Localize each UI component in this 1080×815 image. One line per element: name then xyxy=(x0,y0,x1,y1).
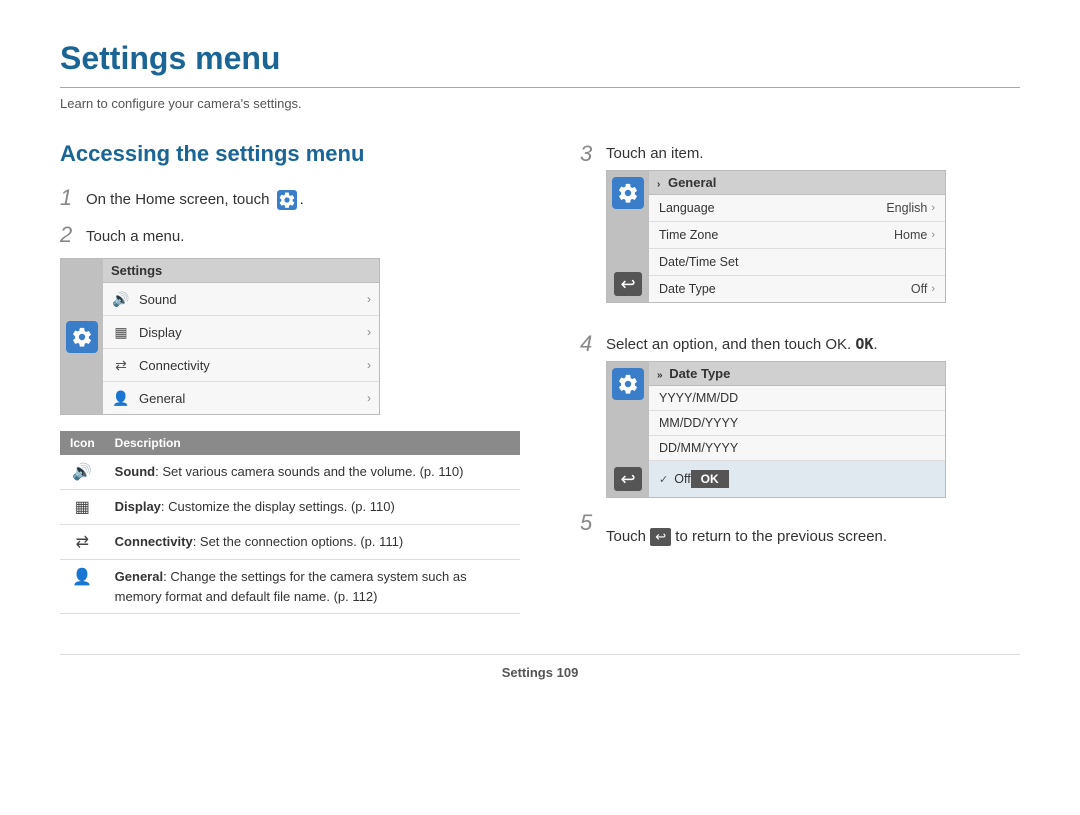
menu-item-general: 👤 General › xyxy=(103,382,379,414)
row-label-language: Language xyxy=(659,201,886,215)
row-arrow-datetype: › xyxy=(931,283,935,295)
general-screen-content: › General Language English › Time Zone H… xyxy=(649,171,945,302)
row-value-language: English xyxy=(886,201,927,215)
mock-sidebar xyxy=(61,259,103,414)
table-icon-display: ▦ xyxy=(60,490,105,525)
row-datetype: Date Type Off › xyxy=(649,276,945,302)
step-3-content: Touch an item. ↩ › Gene xyxy=(606,141,1020,319)
table-icon-connectivity: ⇄ xyxy=(60,525,105,560)
gear-svg-datetype xyxy=(617,373,639,395)
step-3-number: 3 xyxy=(580,141,598,167)
step-3-text: Touch an item. xyxy=(606,141,1020,162)
main-layout: Accessing the settings menu 1 On the Hom… xyxy=(60,141,1020,614)
checkmark-icon: ✓ xyxy=(659,473,668,486)
gear-icon-datetype xyxy=(612,368,644,400)
table-row: 🔊 Sound: Set various camera sounds and t… xyxy=(60,455,520,490)
table-icon-sound: 🔊 xyxy=(60,455,105,490)
table-icon-general: 👤 xyxy=(60,560,105,614)
page-title: Settings menu xyxy=(60,40,1020,88)
table-row: ▦ Display: Customize the display setting… xyxy=(60,490,520,525)
table-col-icon: Icon xyxy=(60,431,105,455)
table-row: 👤 General: Change the settings for the c… xyxy=(60,560,520,614)
section-heading: Accessing the settings menu xyxy=(60,141,520,167)
table-desc-connectivity: Connectivity: Set the connection options… xyxy=(105,525,520,560)
table-desc-sound: Sound: Set various camera sounds and the… xyxy=(105,455,520,490)
step-4: 4 Select an option, and then touch OK. O… xyxy=(580,331,1020,498)
step-5-text: Touch ↩ to return to the previous screen… xyxy=(606,524,1020,546)
step-2-number: 2 xyxy=(60,222,78,248)
step-3: 3 Touch an item. ↩ › xyxy=(580,141,1020,319)
datetype-screen-header: » Date Type xyxy=(649,362,945,386)
datetype-sidebar: ↩ xyxy=(607,362,649,497)
general-screen-sidebar: ↩ xyxy=(607,171,649,302)
back-icon: ↩ xyxy=(650,528,671,546)
right-column: 3 Touch an item. ↩ › xyxy=(580,141,1020,614)
step-2: 2 Touch a menu. xyxy=(60,222,520,249)
icon-description-table: Icon Description 🔊 Sound: Set various ca… xyxy=(60,431,520,614)
table-desc-general: General: Change the settings for the cam… xyxy=(105,560,520,614)
menu-item-connectivity: ⇄ Connectivity › xyxy=(103,349,379,382)
general-arrow: › xyxy=(367,391,371,405)
menu-item-sound: 🔊 Sound › xyxy=(103,283,379,316)
step-1: 1 On the Home screen, touch . xyxy=(60,185,520,212)
menu-label-sound: Sound xyxy=(139,292,367,307)
mock-datetype-screen: ↩ » Date Type YYYY/MM/DD MM/DD/YYYY xyxy=(606,361,946,498)
mock-menu-header: Settings xyxy=(103,259,379,283)
table-row: ⇄ Connectivity: Set the connection optio… xyxy=(60,525,520,560)
table-desc-display: Display: Customize the display settings.… xyxy=(105,490,520,525)
row-arrow-language: › xyxy=(931,202,935,214)
step-1-text: On the Home screen, touch . xyxy=(86,185,304,212)
mock-settings-screen: Settings 🔊 Sound › ▦ Display › ⇄ Connect… xyxy=(60,258,380,415)
row-language: Language English › xyxy=(649,195,945,222)
row-label-datetype: Date Type xyxy=(659,282,911,296)
mock-general-screen: ↩ › General Language English › xyxy=(606,170,946,303)
step-1-number: 1 xyxy=(60,185,78,211)
row-label-timezone: Time Zone xyxy=(659,228,894,242)
chevron-icon-general: › xyxy=(657,179,660,190)
date-row-ddmmyyyy: DD/MM/YYYY xyxy=(649,436,945,461)
step-4-content: Select an option, and then touch OK. OK.… xyxy=(606,331,1020,498)
datetype-screen-content: » Date Type YYYY/MM/DD MM/DD/YYYY DD/MM/… xyxy=(649,362,945,497)
step-4-number: 4 xyxy=(580,331,598,357)
menu-label-connectivity: Connectivity xyxy=(139,358,367,373)
date-row-yyyymmdd: YYYY/MM/DD xyxy=(649,386,945,411)
row-arrow-timezone: › xyxy=(931,229,935,241)
page-subtitle: Learn to configure your camera's setting… xyxy=(60,96,1020,111)
step-5: 5 Touch ↩ to return to the previous scre… xyxy=(580,510,1020,554)
page-footer: Settings 109 xyxy=(60,654,1020,680)
general-screen-header: › General xyxy=(649,171,945,195)
row-datetime: Date/Time Set xyxy=(649,249,945,276)
general-icon: 👤 xyxy=(111,388,131,408)
connectivity-arrow: › xyxy=(367,358,371,372)
gear-icon-box xyxy=(66,321,98,353)
step-5-content: Touch ↩ to return to the previous screen… xyxy=(606,510,1020,554)
step-2-text: Touch a menu. xyxy=(86,222,184,249)
date-row-mmddyyyy: MM/DD/YYYY xyxy=(649,411,945,436)
display-icon: ▦ xyxy=(111,322,131,342)
display-arrow: › xyxy=(367,325,371,339)
gear-icon-general xyxy=(612,177,644,209)
mock-menu-content: Settings 🔊 Sound › ▦ Display › ⇄ Connect… xyxy=(103,259,379,414)
gear-icon xyxy=(71,326,93,348)
back-button-general[interactable]: ↩ xyxy=(614,272,642,296)
connectivity-icon: ⇄ xyxy=(111,355,131,375)
sound-arrow: › xyxy=(367,292,371,306)
back-button-datetype[interactable]: ↩ xyxy=(614,467,642,491)
gear-svg-general xyxy=(617,182,639,204)
date-row-off: ✓ Off OK xyxy=(649,461,945,497)
row-timezone: Time Zone Home › xyxy=(649,222,945,249)
row-label-datetime: Date/Time Set xyxy=(659,255,935,269)
ok-button[interactable]: OK xyxy=(691,470,729,488)
step-5-number: 5 xyxy=(580,510,598,536)
step-4-text: Select an option, and then touch OK. OK. xyxy=(606,331,1020,353)
menu-label-display: Display xyxy=(139,325,367,340)
row-value-timezone: Home xyxy=(894,228,927,242)
left-column: Accessing the settings menu 1 On the Hom… xyxy=(60,141,520,614)
table-col-desc: Description xyxy=(105,431,520,455)
sound-icon: 🔊 xyxy=(111,289,131,309)
menu-item-display: ▦ Display › xyxy=(103,316,379,349)
row-value-datetype: Off xyxy=(911,282,927,296)
menu-label-general: General xyxy=(139,391,367,406)
